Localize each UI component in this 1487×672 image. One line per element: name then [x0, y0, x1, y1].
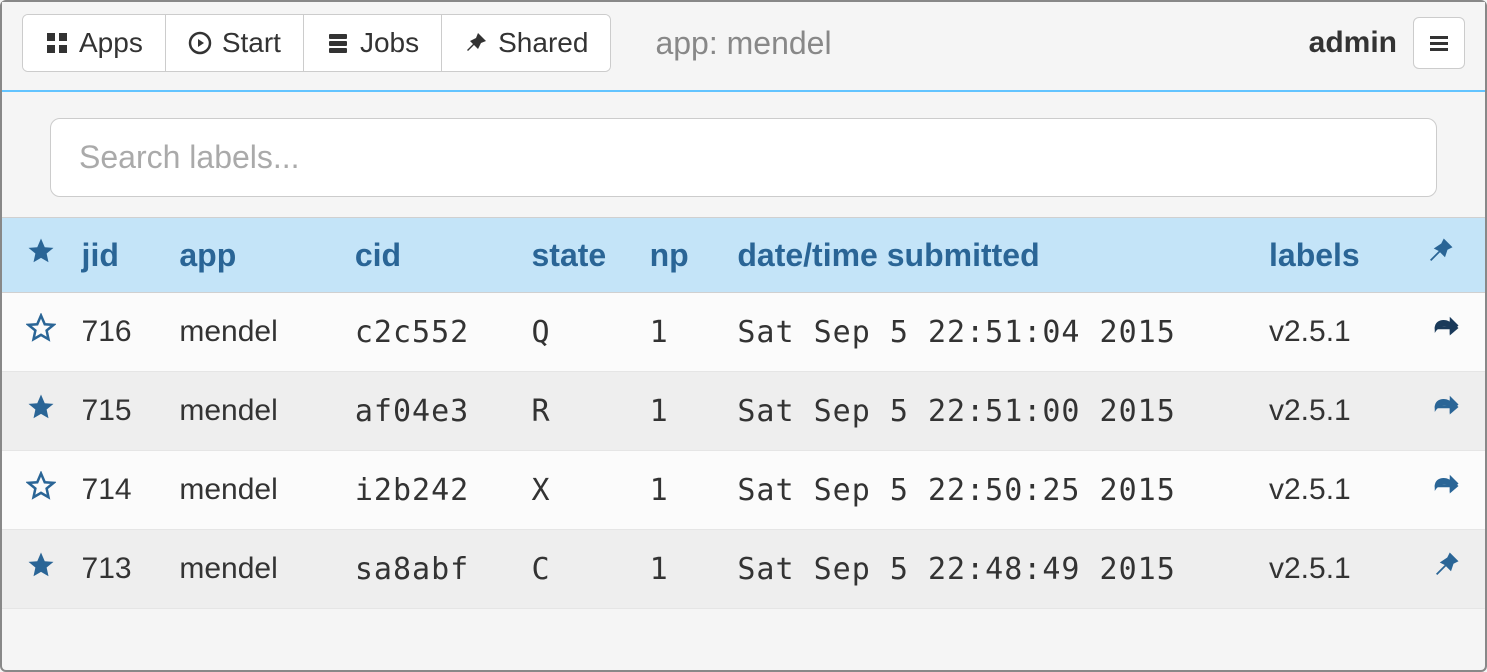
star-icon[interactable] — [26, 313, 56, 343]
header-cid[interactable]: cid — [345, 218, 522, 293]
share-icon[interactable] — [1431, 471, 1461, 501]
cell-app: mendel — [169, 451, 344, 530]
header-np[interactable]: np — [640, 218, 728, 293]
header-date[interactable]: date/time submitted — [727, 218, 1259, 293]
cell-jid: 713 — [72, 530, 170, 609]
pin-icon — [464, 31, 488, 55]
pin-icon — [1425, 236, 1455, 266]
table-row[interactable]: 715mendelaf04e3R1Sat Sep 5 22:51:00 2015… — [2, 372, 1485, 451]
cell-state: R — [521, 372, 639, 451]
cell-labels: v2.5.1 — [1259, 372, 1415, 451]
shared-label: Shared — [498, 27, 588, 59]
cell-date: Sat Sep 5 22:48:49 2015 — [727, 530, 1259, 609]
navbar-right: admin — [1309, 17, 1465, 69]
cell-date: Sat Sep 5 22:50:25 2015 — [727, 451, 1259, 530]
menu-icon — [1427, 31, 1451, 55]
cell-state: C — [521, 530, 639, 609]
cell-labels: v2.5.1 — [1259, 530, 1415, 609]
cell-jid: 716 — [72, 293, 170, 372]
server-icon — [326, 31, 350, 55]
app-title: app: mendel — [655, 25, 831, 62]
cell-jid: 715 — [72, 372, 170, 451]
username[interactable]: admin — [1309, 26, 1397, 60]
cell-labels: v2.5.1 — [1259, 293, 1415, 372]
jobs-table: jid app cid state np date/time submitted… — [2, 217, 1485, 609]
cell-cid: i2b242 — [345, 451, 522, 530]
nav-button-group: Apps Start Jobs Shared — [22, 14, 611, 72]
header-jid[interactable]: jid — [72, 218, 170, 293]
share-icon[interactable] — [1431, 313, 1461, 343]
navbar: Apps Start Jobs Shared app: mendel admin — [2, 2, 1485, 92]
start-button[interactable]: Start — [166, 15, 304, 71]
table-row[interactable]: 716mendelc2c552Q1Sat Sep 5 22:51:04 2015… — [2, 293, 1485, 372]
share-icon[interactable] — [1431, 392, 1461, 422]
star-icon[interactable] — [26, 471, 56, 501]
table-header-row: jid app cid state np date/time submitted… — [2, 218, 1485, 293]
star-icon[interactable] — [26, 392, 56, 422]
jobs-button[interactable]: Jobs — [304, 15, 442, 71]
table-row[interactable]: 713mendelsa8abfC1Sat Sep 5 22:48:49 2015… — [2, 530, 1485, 609]
header-action[interactable] — [1415, 218, 1485, 293]
cell-cid: af04e3 — [345, 372, 522, 451]
star-icon — [26, 236, 56, 266]
cell-app: mendel — [169, 293, 344, 372]
cell-labels: v2.5.1 — [1259, 451, 1415, 530]
cell-np: 1 — [640, 372, 728, 451]
shared-button[interactable]: Shared — [442, 15, 610, 71]
cell-np: 1 — [640, 451, 728, 530]
jobs-label: Jobs — [360, 27, 419, 59]
pin-icon[interactable] — [1431, 550, 1461, 580]
header-state[interactable]: state — [521, 218, 639, 293]
cell-app: mendel — [169, 372, 344, 451]
cell-cid: c2c552 — [345, 293, 522, 372]
header-star[interactable] — [2, 218, 72, 293]
cell-date: Sat Sep 5 22:51:00 2015 — [727, 372, 1259, 451]
header-labels[interactable]: labels — [1259, 218, 1415, 293]
table-row[interactable]: 714mendeli2b242X1Sat Sep 5 22:50:25 2015… — [2, 451, 1485, 530]
cell-np: 1 — [640, 530, 728, 609]
cell-app: mendel — [169, 530, 344, 609]
header-app[interactable]: app — [169, 218, 344, 293]
cell-cid: sa8abf — [345, 530, 522, 609]
search-container — [2, 92, 1485, 217]
cell-jid: 714 — [72, 451, 170, 530]
apps-button[interactable]: Apps — [23, 15, 166, 71]
star-icon[interactable] — [26, 550, 56, 580]
cell-np: 1 — [640, 293, 728, 372]
cell-state: X — [521, 451, 639, 530]
hamburger-button[interactable] — [1413, 17, 1465, 69]
start-label: Start — [222, 27, 281, 59]
cell-date: Sat Sep 5 22:51:04 2015 — [727, 293, 1259, 372]
grid-icon — [45, 31, 69, 55]
apps-label: Apps — [79, 27, 143, 59]
play-circle-icon — [188, 31, 212, 55]
cell-state: Q — [521, 293, 639, 372]
search-input[interactable] — [50, 118, 1437, 197]
